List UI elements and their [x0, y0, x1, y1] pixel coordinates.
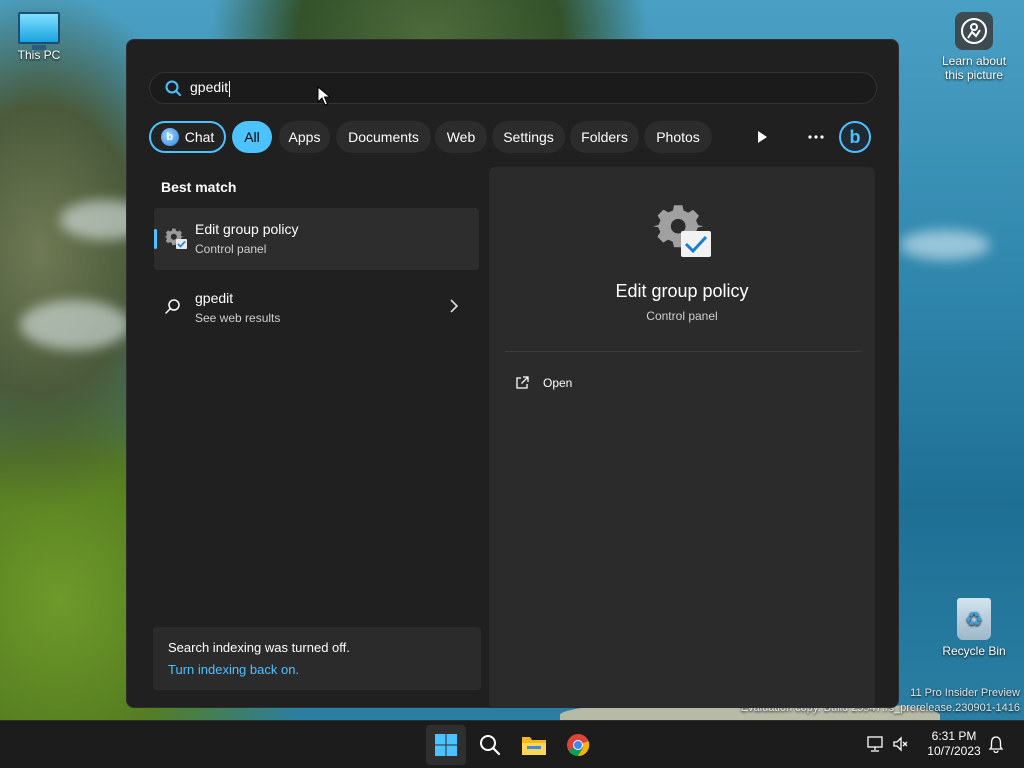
wave-foam	[20, 300, 130, 350]
recycle-bin-icon: ♻	[957, 598, 991, 640]
camera-info-icon	[955, 12, 993, 50]
network-icon[interactable]	[866, 735, 884, 753]
taskbar: 6:31 PM 10/7/2023	[0, 720, 1024, 768]
chip-photos[interactable]: Photos	[644, 121, 712, 153]
desktop-icon-label: This PC	[17, 48, 61, 62]
search-icon	[165, 80, 181, 96]
notification-bell-icon[interactable]	[988, 735, 1004, 753]
result-subtitle: Control panel	[195, 242, 267, 256]
filter-chips: b Chat All Apps Documents Web Settings F…	[149, 121, 877, 153]
chip-apps[interactable]: Apps	[279, 121, 330, 153]
play-arrow-icon	[758, 131, 767, 143]
clock-time: 6:31 PM	[931, 729, 977, 743]
chip-web[interactable]: Web	[435, 121, 487, 153]
indexing-notice: Search indexing was turned off. Turn ind…	[153, 627, 481, 690]
chip-folders[interactable]: Folders	[570, 121, 639, 153]
result-detail-pane: Edit group policy Control panel Open	[489, 167, 875, 708]
turn-indexing-on-link[interactable]: Turn indexing back on.	[168, 662, 299, 677]
result-edit-group-policy[interactable]: Edit group policy Control panel	[154, 208, 479, 270]
result-web-search[interactable]: gpedit See web results	[154, 280, 479, 332]
chip-documents[interactable]: Documents	[336, 121, 431, 153]
start-button[interactable]	[426, 725, 466, 765]
windows-logo-icon	[435, 734, 457, 756]
folder-icon	[522, 737, 546, 755]
search-input[interactable]: gpedit	[190, 79, 790, 97]
chip-label: Folders	[581, 129, 628, 145]
search-icon	[480, 735, 501, 756]
desktop-icon-this-pc[interactable]: This PC	[3, 12, 75, 62]
open-action[interactable]: Open	[515, 373, 572, 393]
more-options-button[interactable]	[800, 121, 832, 153]
result-title: Edit group policy	[195, 221, 299, 237]
divider	[505, 351, 861, 352]
file-explorer-button[interactable]	[514, 725, 554, 765]
chip-label: Settings	[503, 129, 554, 145]
gear-check-icon	[653, 205, 711, 257]
chrome-button[interactable]	[558, 725, 598, 765]
clock-date: 10/7/2023	[927, 744, 981, 758]
open-action-label: Open	[543, 376, 573, 390]
chip-label: All	[244, 129, 260, 145]
more-filters-button[interactable]	[746, 121, 778, 153]
desktop-icon-label: Learn about this picture	[941, 54, 1007, 82]
search-box[interactable]: gpedit	[149, 72, 877, 104]
search-query: gpedit	[190, 79, 229, 96]
selection-accent	[154, 229, 157, 249]
best-match-heading: Best match	[161, 179, 237, 195]
text-caret	[229, 80, 231, 97]
result-title: gpedit	[195, 290, 234, 306]
chip-label: Documents	[348, 129, 419, 145]
chevron-right-icon[interactable]	[449, 298, 459, 314]
bing-icon[interactable]: b	[839, 121, 871, 153]
bing-chat-icon: b	[160, 128, 179, 146]
chip-label: Apps	[288, 129, 321, 145]
chip-label: Photos	[656, 129, 700, 145]
chip-chat[interactable]: b Chat	[149, 121, 226, 153]
taskbar-search-button[interactable]	[470, 725, 510, 765]
mouse-pointer-icon	[317, 86, 331, 106]
detail-subtitle: Control panel	[646, 309, 718, 323]
search-icon	[165, 299, 180, 314]
desktop-icon-recycle-bin[interactable]: ♻ Recycle Bin	[938, 598, 1010, 658]
detail-title: Edit group policy	[615, 281, 749, 301]
start-search-panel: gpedit b Chat All Apps Documents Web Set…	[126, 39, 899, 708]
chrome-icon	[567, 733, 590, 757]
wave-foam	[900, 230, 990, 260]
chip-label: Chat	[184, 129, 215, 145]
result-subtitle: See web results	[195, 311, 281, 325]
chip-label: Web	[446, 129, 476, 145]
chip-settings[interactable]: Settings	[492, 121, 565, 153]
desktop-icon-learn-about-picture[interactable]: Learn about this picture	[938, 12, 1010, 82]
indexing-message: Search indexing was turned off.	[168, 640, 350, 655]
clock[interactable]: 6:31 PM 10/7/2023	[920, 729, 988, 759]
ellipsis-icon	[808, 135, 824, 139]
chip-all[interactable]: All	[232, 121, 272, 153]
desktop-icon-label: Recycle Bin	[942, 644, 1006, 658]
monitor-icon	[18, 12, 60, 50]
open-external-icon	[516, 376, 529, 389]
volume-muted-icon[interactable]	[892, 735, 910, 753]
gear-check-icon	[164, 228, 187, 249]
